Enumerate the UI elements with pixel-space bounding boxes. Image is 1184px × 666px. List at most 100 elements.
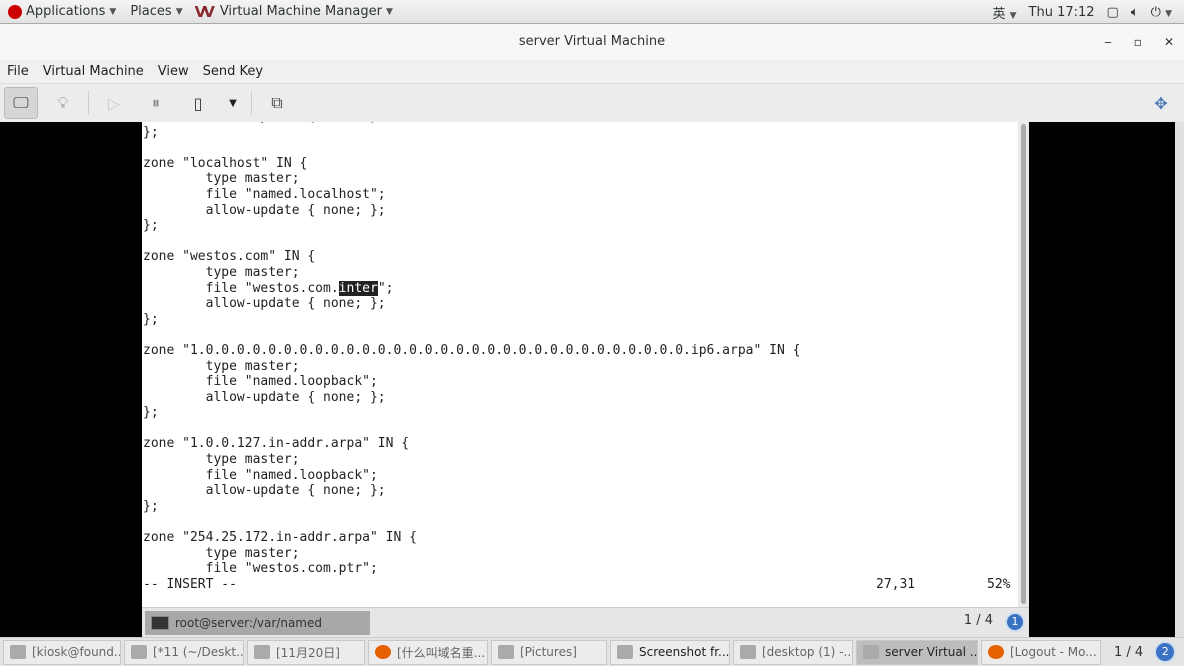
applications-menu[interactable]: Applications ▼ <box>8 4 116 19</box>
line-text: "; <box>377 280 394 296</box>
taskbar-item[interactable]: [*11 (~/Deskt... <box>124 639 244 665</box>
firefox-icon <box>375 645 391 659</box>
editor-line: zone "1.0.0.127.in-addr.arpa" IN { <box>143 436 410 452</box>
menu-virtual-machine[interactable]: Virtual Machine <box>43 64 144 79</box>
menu-bar: File Virtual Machine View Send Key <box>0 60 1184 83</box>
snapshots-icon: ⧉ <box>271 93 283 112</box>
editor-line: }; <box>143 218 159 234</box>
editor-line: allow-update { none; }; <box>143 483 386 499</box>
workspace-pager[interactable]: 1 / 4 <box>1106 645 1151 660</box>
app-menu[interactable]: VV Virtual Machine Manager ▼ <box>195 3 393 21</box>
terminal[interactable]: allow-update { none; };}; zone "localhos… <box>142 122 1018 607</box>
lightbulb-icon: 💡︎ <box>57 93 69 112</box>
taskbar-item[interactable]: [kiosk@found... <box>3 639 121 665</box>
terminal-icon <box>151 616 169 630</box>
line-text: file "westos.com. <box>143 280 339 296</box>
input-method-indicator[interactable]: 英 ▼ <box>992 3 1016 22</box>
taskbar-item[interactable]: [Logout - Mo... <box>981 639 1101 665</box>
firefox-icon <box>988 645 1004 659</box>
window-icon[interactable]: ▢ <box>1107 5 1119 20</box>
guest-workspace-pager[interactable]: 1 / 4 <box>964 613 993 628</box>
app-icon <box>131 645 147 659</box>
taskbar-item[interactable]: Screenshot fr... <box>610 639 730 665</box>
vm-console[interactable]: allow-update { none; };}; zone "localhos… <box>0 122 1184 637</box>
volume-icon[interactable]: 🔈︎ <box>1131 5 1139 20</box>
editor-line: allow-update { none; }; <box>143 389 386 405</box>
app-icon <box>10 645 26 659</box>
taskbar-item[interactable]: [什么叫域名重... <box>368 639 488 665</box>
maximize-button[interactable]: ▫ <box>1134 24 1142 60</box>
task-label: root@server:/var/named <box>175 616 322 630</box>
guest-window-list: root@server:/var/named 1 / 4 1 <box>142 607 1029 637</box>
shutdown-dropdown[interactable]: ▼ <box>223 87 243 119</box>
workspace-badge[interactable]: 2 <box>1154 641 1177 663</box>
editor-line: file "named.loopback"; <box>143 467 378 483</box>
editor-line: allow-update { none; }; <box>143 296 386 312</box>
pause-button[interactable]: ⏸︎ <box>139 87 173 119</box>
selected-text: inter <box>338 280 378 296</box>
editor-line: zone "1.0.0.0.0.0.0.0.0.0.0.0.0.0.0.0.0.… <box>143 342 801 358</box>
editor-line: }; <box>143 405 159 421</box>
run-button[interactable]: ▷ <box>97 87 131 119</box>
app-icon <box>863 645 879 659</box>
app-icon <box>740 645 756 659</box>
taskbar-item[interactable]: [Pictures] <box>491 639 607 665</box>
editor-line: zone "westos.com" IN { <box>143 249 316 265</box>
monitor-icon: 🖵 <box>13 93 29 112</box>
fullscreen-icon: ✥ <box>1154 93 1168 113</box>
fullscreen-button[interactable]: ✥ <box>1144 87 1178 119</box>
app-menu-label: Virtual Machine Manager <box>219 4 382 19</box>
editor-line: zone "254.25.172.in-addr.arpa" IN { <box>143 530 417 546</box>
chevron-down-icon: ▼ <box>175 6 183 17</box>
taskbar-item-label: Screenshot fr... <box>639 645 730 659</box>
taskbar-item[interactable]: [11月20日] <box>247 639 365 665</box>
pause-icon: ⏸︎ <box>151 93 160 112</box>
taskbar-item[interactable]: server Virtual ... <box>856 639 978 665</box>
minimize-button[interactable]: ‒ <box>1104 24 1112 60</box>
guest-task-terminal[interactable]: root@server:/var/named <box>145 611 370 635</box>
menu-send-key[interactable]: Send Key <box>203 64 263 79</box>
editor-line: allow-update { none; }; <box>143 202 386 218</box>
clock[interactable]: Thu 17:12 <box>1029 5 1095 20</box>
app-icon <box>498 645 514 659</box>
editor-line: file "named.loopback"; <box>143 374 378 390</box>
app-icon <box>254 645 270 659</box>
editor-line: }; <box>143 124 159 140</box>
taskbar-item-label: [Pictures] <box>520 645 577 659</box>
terminal-scrollbar[interactable] <box>1018 122 1029 607</box>
power-icon[interactable]: ⏻ ▼ <box>1151 5 1172 20</box>
taskbar-item-label: [*11 (~/Deskt... <box>153 645 244 659</box>
separator <box>251 91 252 115</box>
editor-line: type master; <box>143 358 300 374</box>
guest-workspace-badge[interactable]: 1 <box>1005 612 1025 632</box>
taskbar-item[interactable]: [desktop (1) -... <box>733 639 853 665</box>
editor-line: type master; <box>143 264 300 280</box>
chevron-down-icon: ▼ <box>1009 10 1017 21</box>
menu-file[interactable]: File <box>7 64 29 79</box>
cursor-position: 27,31 <box>876 577 916 592</box>
editor-text: allow-update { none; };}; zone "localhos… <box>143 122 800 577</box>
taskbar-item-label: [Logout - Mo... <box>1010 645 1097 659</box>
taskbar-item-label: [什么叫域名重... <box>397 645 486 660</box>
window-titlebar: server Virtual Machine ‒ ▫ ✕ <box>0 24 1184 60</box>
console-button[interactable]: 🖵 <box>4 87 38 119</box>
separator <box>88 91 89 115</box>
editor-line: }; <box>143 311 159 327</box>
window-scrollbar[interactable] <box>1175 122 1184 637</box>
editor-line: }; <box>143 498 159 514</box>
editor-line: file "westos.com.ptr"; <box>143 561 378 577</box>
shutdown-button[interactable]: ▯ <box>181 87 215 119</box>
close-button[interactable]: ✕ <box>1164 24 1174 60</box>
editor-line: type master; <box>143 171 300 187</box>
virt-manager-icon: VV <box>194 2 215 21</box>
menu-view[interactable]: View <box>158 64 189 79</box>
editor-line: type master; <box>143 452 300 468</box>
input-method-label: 英 <box>992 6 1006 22</box>
places-menu[interactable]: Places ▼ <box>130 4 182 19</box>
editor-line: file "westos.com.inter"; <box>143 280 800 297</box>
details-button[interactable]: 💡︎ <box>46 87 80 119</box>
snapshots-button[interactable]: ⧉ <box>260 87 294 119</box>
